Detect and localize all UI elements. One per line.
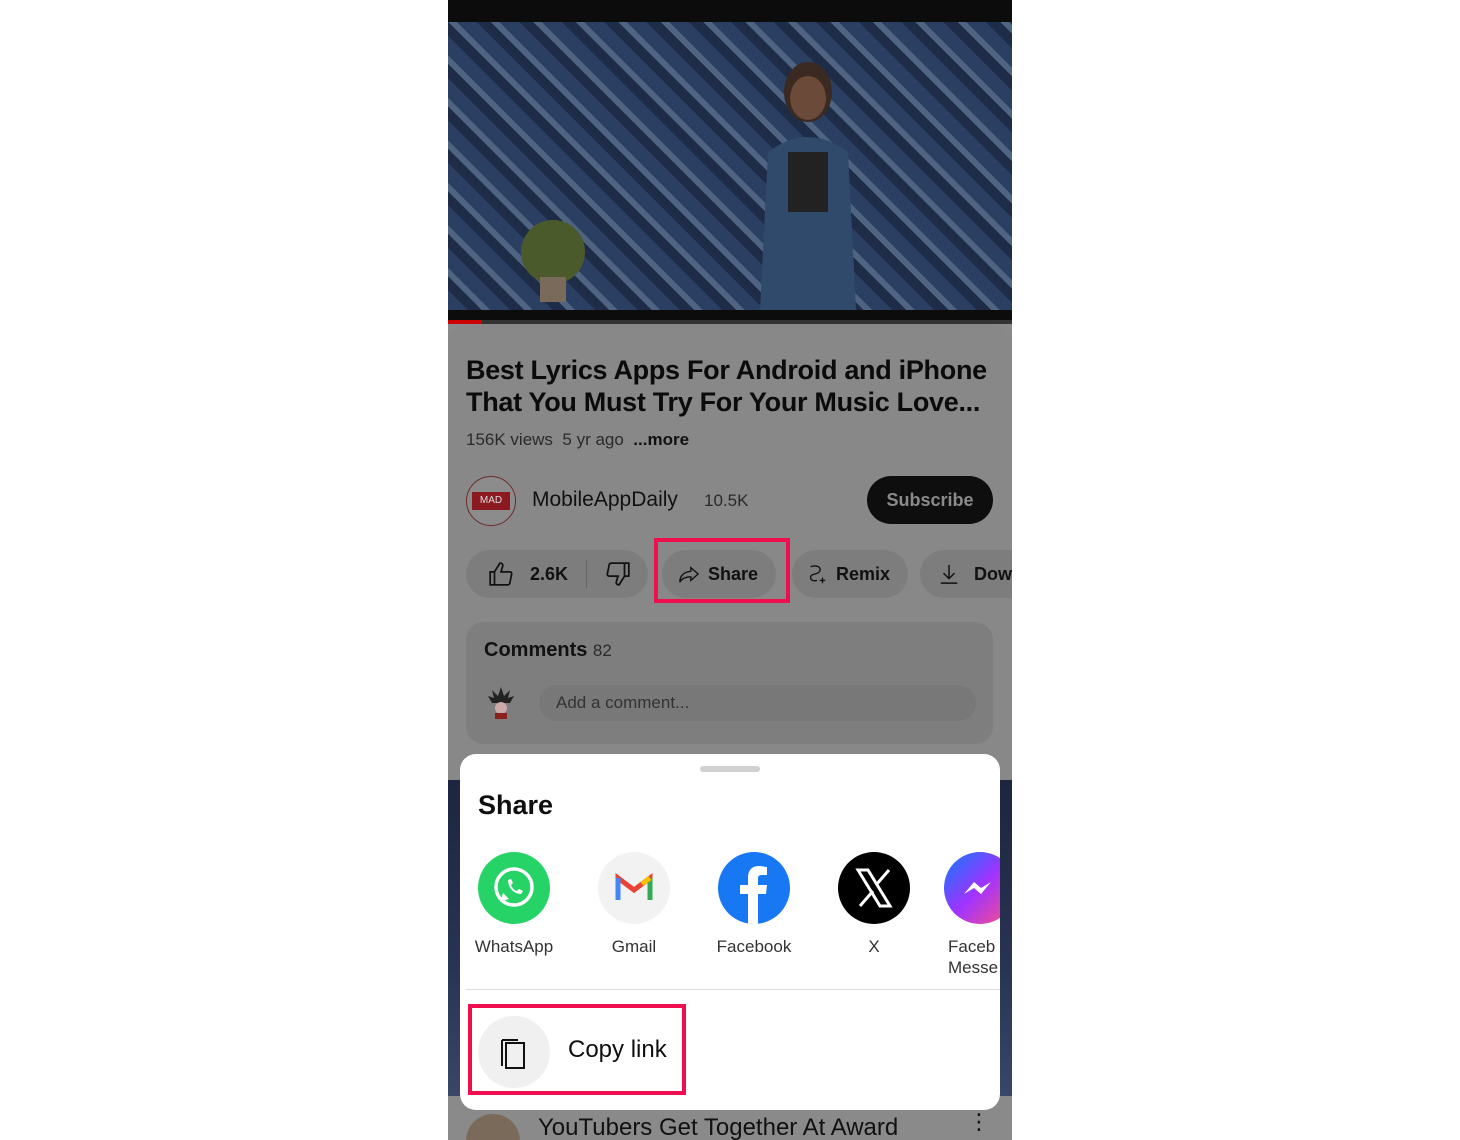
download-label: Dow [974, 563, 1012, 584]
comments-heading: Comments 82 [484, 639, 612, 662]
like-count[interactable]: 2.6K [530, 564, 568, 585]
comments-count: 82 [592, 641, 612, 660]
plant-image [521, 220, 585, 302]
gmail-label: Gmail [611, 937, 657, 956]
subscriber-count: 10.5K [704, 491, 749, 510]
video-meta[interactable]: 156K views 5 yr ago ...more [466, 430, 689, 450]
thumbs-up-icon[interactable] [488, 561, 514, 587]
channel-row: MAD MobileAppDaily 10.5K Subscribe [466, 476, 996, 526]
view-count: 156K views [466, 430, 553, 449]
download-button[interactable]: Dow [920, 550, 1012, 598]
channel-avatar[interactable]: MAD [466, 476, 516, 526]
drag-handle[interactable] [700, 766, 760, 772]
next-video-channel-avatar [466, 1114, 520, 1140]
channel-name[interactable]: MobileAppDaily [532, 488, 678, 512]
download-icon [940, 564, 958, 584]
remix-label: Remix [836, 563, 891, 584]
sheet-divider [466, 989, 1000, 990]
thumbs-down-icon[interactable] [605, 561, 631, 587]
messenger-label: Faceb Messe [948, 937, 999, 977]
channel-logo-text: MAD [472, 492, 510, 510]
share-facebook[interactable]: Facebook [694, 852, 814, 957]
share-highlight-box [654, 538, 790, 603]
share-sheet-title: Share [478, 790, 554, 820]
like-divider [586, 560, 588, 588]
remix-button[interactable]: Remix [792, 550, 908, 598]
messenger-icon [944, 852, 1000, 924]
facebook-label: Facebook [716, 937, 792, 956]
video-player[interactable] [448, 0, 1012, 322]
share-sheet: Share WhatsApp Gmail Facebook X Faceb Me… [460, 754, 1000, 1110]
presenter-image [760, 62, 856, 310]
add-comment-input[interactable]: Add a comment... [539, 685, 976, 721]
comments-section[interactable]: Comments 82 Add a comment... [466, 622, 993, 744]
next-video-row[interactable]: YouTubers Get Together At Award ⋮ [448, 1110, 1012, 1140]
whatsapp-icon [478, 852, 550, 924]
x-icon [838, 852, 910, 924]
copy-link-highlight-box [468, 1004, 686, 1095]
subscribe-button[interactable]: Subscribe [867, 476, 993, 524]
comments-label: Comments [484, 639, 588, 661]
video-title: Best Lyrics Apps For Android and iPhone … [466, 355, 987, 417]
share-messenger[interactable]: Faceb Messe [934, 852, 1000, 978]
share-whatsapp[interactable]: WhatsApp [454, 852, 574, 957]
video-frame [448, 22, 1012, 310]
phone-screen: Best Lyrics Apps For Android and iPhone … [448, 0, 1012, 1140]
more-options-icon[interactable]: ⋮ [968, 1111, 990, 1133]
upload-age: 5 yr ago [562, 430, 624, 449]
remix-icon [809, 565, 826, 584]
like-dislike-group: 2.6K [466, 550, 648, 598]
gmail-icon [598, 852, 670, 924]
next-video-title: YouTubers Get Together At Award [538, 1114, 899, 1140]
facebook-icon [718, 852, 790, 924]
x-label: X [868, 937, 880, 956]
video-details-panel: Best Lyrics Apps For Android and iPhone … [448, 324, 1012, 784]
share-x[interactable]: X [814, 852, 934, 957]
whatsapp-label: WhatsApp [474, 937, 554, 956]
more-link[interactable]: ...more [633, 430, 689, 449]
user-avatar [488, 687, 514, 719]
share-gmail[interactable]: Gmail [574, 852, 694, 957]
